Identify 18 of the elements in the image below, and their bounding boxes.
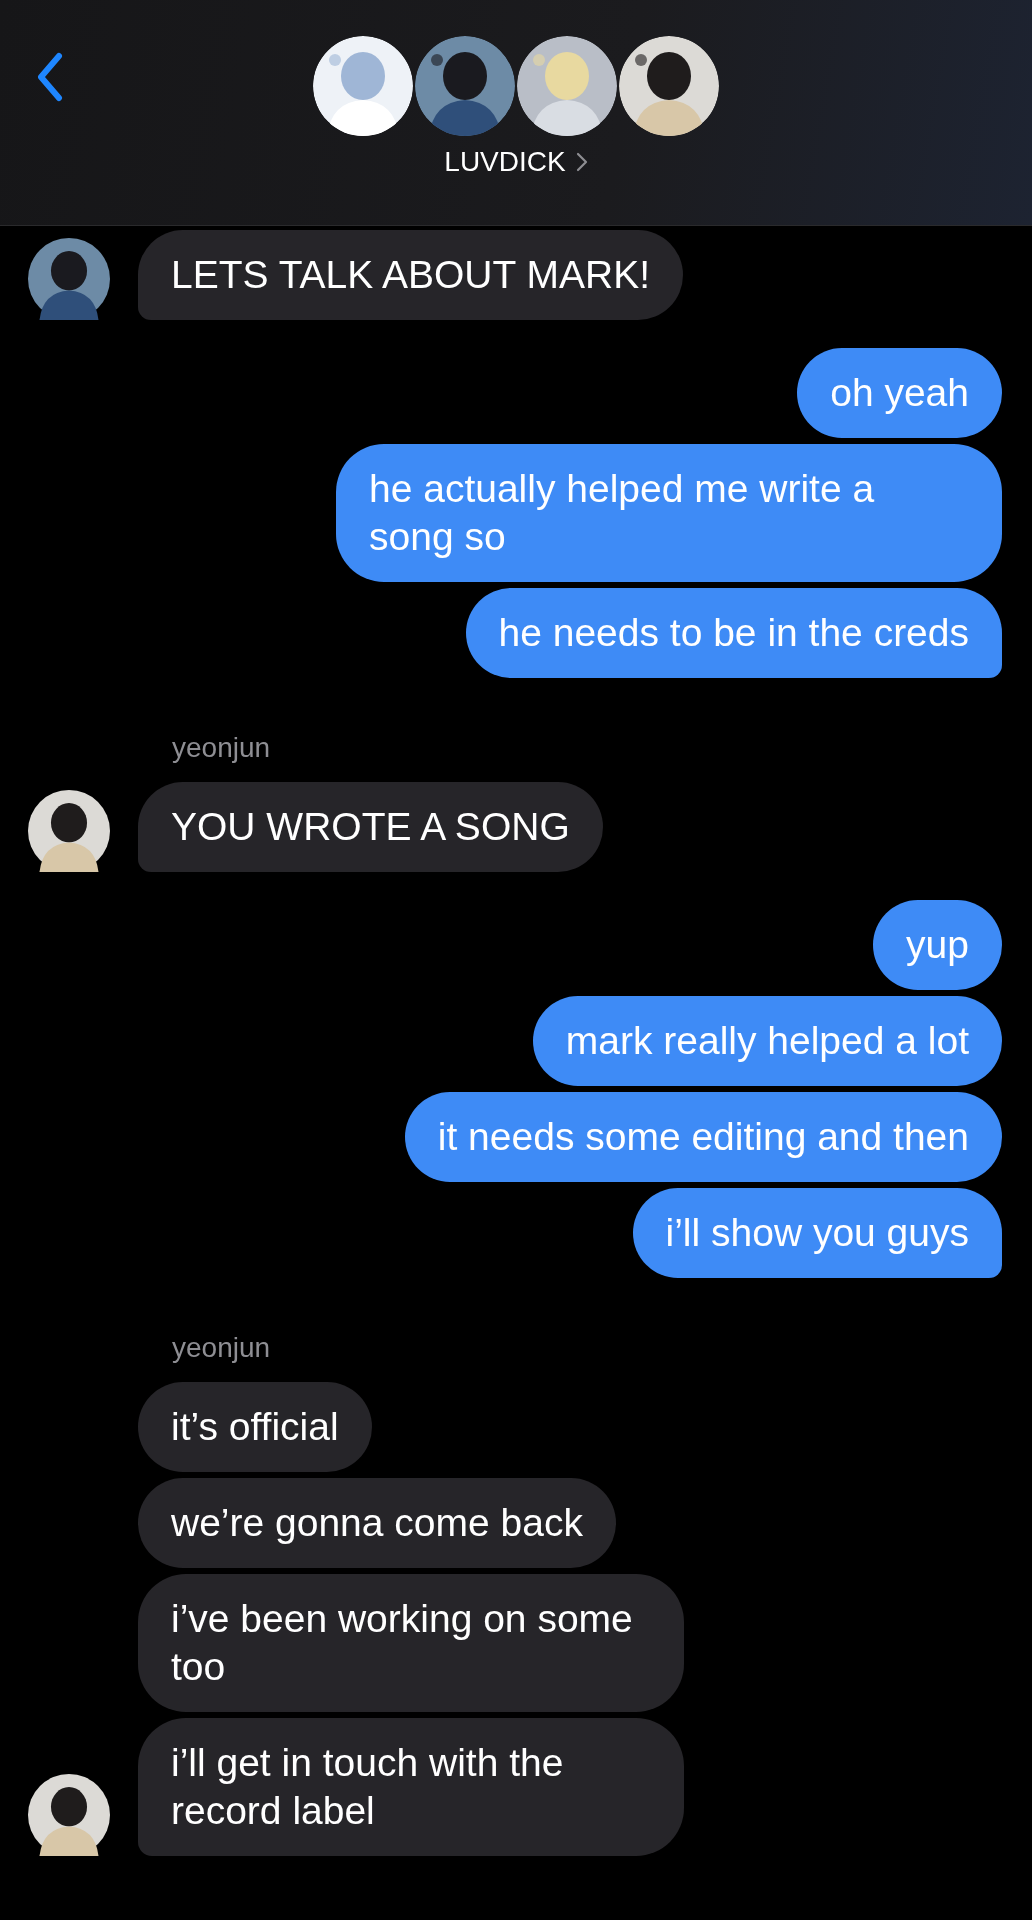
message-bubble: i’ve been working on some too: [138, 1574, 684, 1712]
message-bubble: it needs some editing and then: [404, 1092, 1002, 1182]
message-bubble: LETS TALK ABOUT MARK!: [138, 230, 683, 320]
sender-name: yeonjun: [172, 732, 272, 764]
message-bubble: YOU WROTE A SONG: [138, 782, 603, 872]
message-bubble: he actually helped me write a song so: [336, 444, 1002, 582]
chevron-right-icon[interactable]: [575, 152, 588, 172]
message-bubble: we’re gonna come back: [138, 1478, 616, 1568]
back-icon[interactable]: [35, 52, 65, 102]
message-bubble: oh yeah: [797, 348, 1002, 438]
message-bubble: he needs to be in the creds: [465, 588, 1002, 678]
sender-name: yeonjun: [172, 1332, 272, 1364]
message-bubble: i’ll get in touch with the record label: [138, 1718, 684, 1856]
message-bubble: it’s official: [138, 1382, 372, 1472]
message-bubble: yup: [873, 900, 1002, 990]
message-bubble: mark really helped a lot: [532, 996, 1002, 1086]
group-name[interactable]: LUVDICK: [444, 146, 566, 178]
message-bubble: i’ll show you guys: [632, 1188, 1002, 1278]
